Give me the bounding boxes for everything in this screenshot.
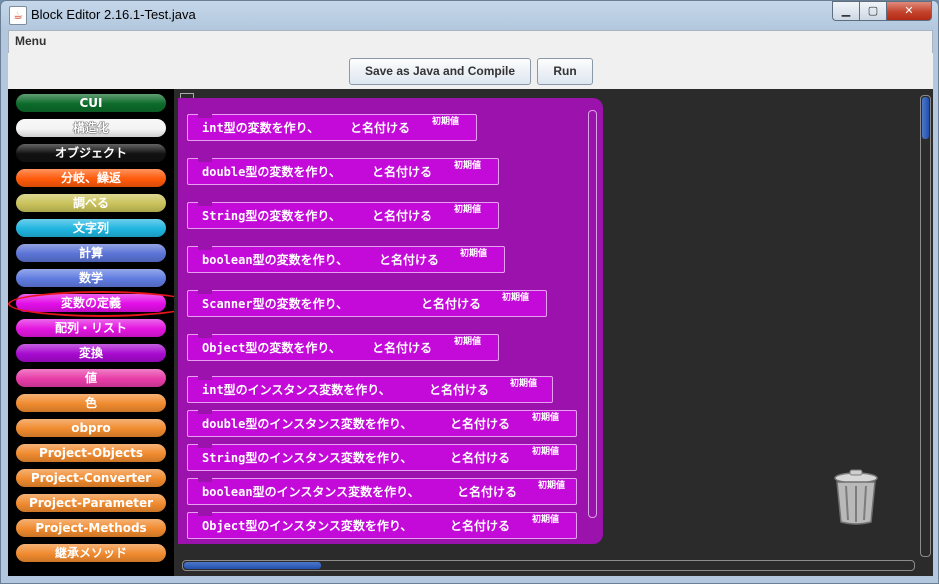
category-cui[interactable]: CUI xyxy=(16,94,166,112)
block-text: int型の変数を作り、 xyxy=(202,121,320,135)
block-init-label: 初期値 xyxy=(454,161,482,171)
java-app-icon: ☕ xyxy=(9,6,27,25)
block-canvas[interactable]: main int型の変数を作り、 と名付ける 初期値 double型の変数を作り… xyxy=(174,89,933,576)
block-init-label: 初期値 xyxy=(454,205,482,215)
block-scanner-variable[interactable]: Scanner型の変数を作り、 と名付ける 初期値 xyxy=(187,290,547,317)
block-text: Object型のインスタンス変数を作り、 xyxy=(202,519,413,533)
block-name-suffix: と名付ける xyxy=(372,165,433,179)
menu-bar: Menu xyxy=(8,30,933,54)
block-int-instance-variable[interactable]: int型のインスタンス変数を作り、 と名付ける 初期値 xyxy=(187,376,553,403)
block-name-suffix: と名付ける xyxy=(429,383,490,397)
category-palette: CUI 構造化 オブジェクト 分岐、繰返 調べる 文字列 計算 数学 変数の定義… xyxy=(8,89,195,576)
block-init-label: 初期値 xyxy=(502,293,530,303)
trash-icon[interactable] xyxy=(832,468,880,526)
vertical-scroll-thumb[interactable] xyxy=(922,97,929,139)
block-object-instance-variable[interactable]: Object型のインスタンス変数を作り、 と名付ける 初期値 xyxy=(187,512,577,539)
block-text: Object型の変数を作り、 xyxy=(202,341,341,355)
category-calc[interactable]: 計算 xyxy=(16,244,166,262)
block-double-instance-variable[interactable]: double型のインスタンス変数を作り、 と名付ける 初期値 xyxy=(187,410,577,437)
block-text: boolean型の変数を作り、 xyxy=(202,253,349,267)
block-name-suffix: と名付ける xyxy=(450,451,511,465)
workspace: CUI 構造化 オブジェクト 分岐、繰返 調べる 文字列 計算 数学 変数の定義… xyxy=(8,89,933,576)
block-double-variable[interactable]: double型の変数を作り、 と名付ける 初期値 xyxy=(187,158,499,185)
category-branch-loop[interactable]: 分岐、繰返 xyxy=(16,169,166,187)
block-text: Scanner型の変数を作り、 xyxy=(202,297,349,311)
block-string-instance-variable[interactable]: String型のインスタンス変数を作り、 と名付ける 初期値 xyxy=(187,444,577,471)
block-text: int型のインスタンス変数を作り、 xyxy=(202,383,391,397)
block-text: String型のインスタンス変数を作り、 xyxy=(202,451,413,465)
category-object[interactable]: オブジェクト xyxy=(16,144,166,162)
category-project-methods[interactable]: Project-Methods xyxy=(16,519,166,537)
minimize-button[interactable]: ▁ xyxy=(832,1,859,21)
block-init-label: 初期値 xyxy=(532,515,560,525)
close-button[interactable]: ✕ xyxy=(887,1,932,21)
drawer-scrollbar[interactable] xyxy=(588,110,597,518)
selection-highlight xyxy=(8,291,195,317)
block-int-variable[interactable]: int型の変数を作り、 と名付ける 初期値 xyxy=(187,114,477,141)
category-project-parameter[interactable]: Project-Parameter xyxy=(16,494,166,512)
canvas-vertical-scrollbar[interactable] xyxy=(920,95,931,557)
category-inspect[interactable]: 調べる xyxy=(16,194,166,212)
category-array-list[interactable]: 配列・リスト xyxy=(16,319,166,337)
category-string[interactable]: 文字列 xyxy=(16,219,166,237)
block-name-suffix: と名付ける xyxy=(379,253,440,267)
category-project-converter[interactable]: Project-Converter xyxy=(16,469,166,487)
title-bar[interactable]: ☕ Block Editor 2.16.1-Test.java ▁ ▢ ✕ xyxy=(1,1,938,29)
category-project-objects[interactable]: Project-Objects xyxy=(16,444,166,462)
category-structured[interactable]: 構造化 xyxy=(16,119,166,137)
block-init-label: 初期値 xyxy=(432,117,460,127)
block-name-suffix: と名付ける xyxy=(350,121,411,135)
save-as-java-and-compile-button[interactable]: Save as Java and Compile xyxy=(349,58,531,85)
category-value[interactable]: 値 xyxy=(16,369,166,387)
block-init-label: 初期値 xyxy=(538,481,566,491)
block-name-suffix: と名付ける xyxy=(457,485,518,499)
menu-item-menu[interactable]: Menu xyxy=(15,34,46,48)
block-name-suffix: と名付ける xyxy=(450,519,511,533)
block-object-variable[interactable]: Object型の変数を作り、 と名付ける 初期値 xyxy=(187,334,499,361)
app-window: ☕ Block Editor 2.16.1-Test.java ▁ ▢ ✕ Me… xyxy=(0,0,939,584)
category-color[interactable]: 色 xyxy=(16,394,166,412)
block-boolean-instance-variable[interactable]: boolean型のインスタンス変数を作り、 と名付ける 初期値 xyxy=(187,478,577,505)
window-title: Block Editor 2.16.1-Test.java xyxy=(31,7,196,22)
block-string-variable[interactable]: String型の変数を作り、 と名付ける 初期値 xyxy=(187,202,499,229)
block-name-suffix: と名付ける xyxy=(421,297,482,311)
maximize-button[interactable]: ▢ xyxy=(859,1,887,21)
category-obpro[interactable]: obpro xyxy=(16,419,166,437)
block-init-label: 初期値 xyxy=(454,337,482,347)
block-text: String型の変数を作り、 xyxy=(202,209,341,223)
category-inherited-methods[interactable]: 継承メソッド xyxy=(16,544,166,562)
canvas-horizontal-scrollbar[interactable] xyxy=(182,560,915,571)
block-text: boolean型のインスタンス変数を作り、 xyxy=(202,485,420,499)
block-init-label: 初期値 xyxy=(532,413,560,423)
toolbar: Save as Java and Compile Run xyxy=(8,53,933,89)
horizontal-scroll-thumb[interactable] xyxy=(184,562,321,569)
block-text: double型の変数を作り、 xyxy=(202,165,341,179)
run-button[interactable]: Run xyxy=(537,58,593,85)
block-text: double型のインスタンス変数を作り、 xyxy=(202,417,413,431)
block-init-label: 初期値 xyxy=(532,447,560,457)
block-name-suffix: と名付ける xyxy=(372,341,433,355)
category-convert[interactable]: 変換 xyxy=(16,344,166,362)
block-drawer: main int型の変数を作り、 と名付ける 初期値 double型の変数を作り… xyxy=(178,98,603,544)
block-name-suffix: と名付ける xyxy=(372,209,433,223)
block-boolean-variable[interactable]: boolean型の変数を作り、 と名付ける 初期値 xyxy=(187,246,505,273)
block-init-label: 初期値 xyxy=(460,249,488,259)
category-math[interactable]: 数学 xyxy=(16,269,166,287)
block-name-suffix: と名付ける xyxy=(450,417,511,431)
block-init-label: 初期値 xyxy=(510,379,538,389)
